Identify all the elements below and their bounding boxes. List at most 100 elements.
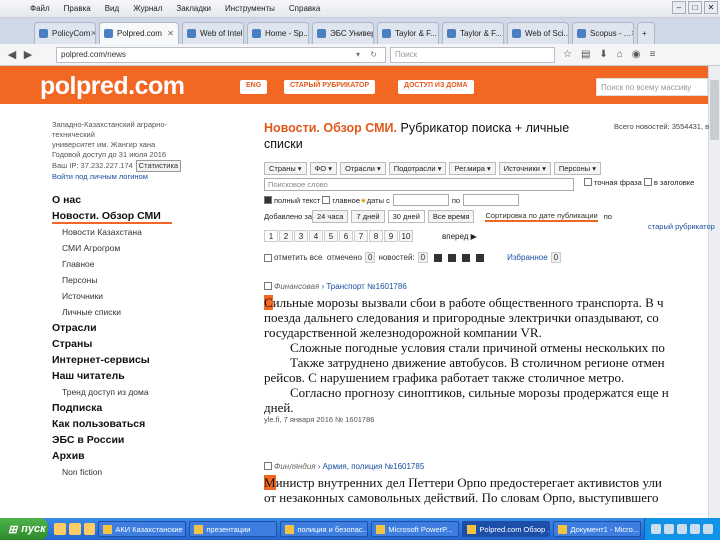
page-button[interactable]: 1	[264, 230, 278, 242]
taskbar-task[interactable]: АКИ Казахстанские ...	[98, 521, 187, 537]
close-button[interactable]: ✕	[704, 1, 718, 14]
keyword-input[interactable]: Поисковое слово	[264, 178, 574, 191]
close-tab-icon[interactable]: ✕	[502, 29, 503, 38]
page-button[interactable]: 6	[339, 230, 353, 242]
reload-icon[interactable]: ▾ ↻	[356, 50, 381, 59]
taskbar-task[interactable]: Документ1 - Micro...	[553, 521, 642, 537]
article-checkbox[interactable]	[264, 282, 272, 290]
nav-item[interactable]: Как пользоваться	[52, 416, 212, 432]
old-rubricator-button[interactable]: СТАРЫЙ РУБРИКАТОР	[284, 80, 376, 94]
sort-alt-link[interactable]: по	[604, 212, 612, 221]
nav-item[interactable]: О нас	[52, 192, 212, 208]
select-all-checkbox[interactable]	[264, 253, 272, 262]
taskbar-task[interactable]: Polpred.com Обзор ...	[462, 521, 551, 537]
url-bar[interactable]: polpred.com/news ▾ ↻	[56, 46, 386, 63]
nav-item[interactable]: СМИ Агрогром	[52, 240, 212, 256]
next-page-button[interactable]: вперед ▶	[442, 232, 477, 241]
nav-item[interactable]: Источники	[52, 288, 212, 304]
maximize-button[interactable]: □	[688, 1, 702, 14]
home-access-button[interactable]: ДОСТУП ИЗ ДОМА	[398, 80, 474, 94]
eng-button[interactable]: ENG	[240, 80, 268, 94]
personal-login-link[interactable]: Войти под личным логином	[52, 172, 202, 182]
menu-item[interactable]: Закладки	[176, 4, 211, 13]
page-button[interactable]: 7	[354, 230, 368, 242]
close-tab-icon[interactable]: ✕	[630, 29, 633, 38]
nav-item[interactable]: Персоны	[52, 272, 212, 288]
close-tab-icon[interactable]: ✕	[90, 29, 95, 38]
site-logo[interactable]: polpred.com	[40, 72, 185, 101]
page-button[interactable]: 9	[384, 230, 398, 242]
print-icon[interactable]	[448, 253, 457, 262]
bookmark-icon[interactable]	[434, 253, 443, 262]
menu-icon[interactable]: ≡	[650, 49, 656, 60]
date-to-input[interactable]	[463, 194, 520, 206]
article-title-link[interactable]: › Армия, полиция №1601785	[318, 462, 425, 471]
menu-item[interactable]: Журнал	[133, 4, 162, 13]
period-button[interactable]: Все время	[427, 210, 475, 223]
tray-icon[interactable]	[703, 524, 714, 534]
quicklaunch-icon[interactable]	[83, 523, 96, 535]
site-search-input[interactable]: Поиск по всему массиву	[596, 78, 708, 96]
browser-tab[interactable]: PolicyCom✕	[34, 22, 96, 44]
menu-item[interactable]: Вид	[105, 4, 119, 13]
main-only-checkbox[interactable]	[322, 196, 331, 204]
nav-item[interactable]: Архив	[52, 448, 212, 464]
tray-icon[interactable]	[690, 524, 701, 534]
menu-item[interactable]: Справка	[289, 4, 320, 13]
filter-dropdown[interactable]: Персоны ▾	[553, 162, 601, 175]
menu-item[interactable]: Файл	[30, 4, 50, 13]
exact-phrase-checkbox[interactable]	[584, 178, 592, 186]
nav-item[interactable]: Главное	[52, 256, 212, 272]
period-button[interactable]: 7 дней	[351, 210, 385, 223]
article-source[interactable]: Финансовая	[274, 282, 319, 291]
nav-item[interactable]: Наш читатель	[52, 368, 212, 384]
sort-link[interactable]: Сортировка по дате публикации	[485, 211, 598, 222]
nav-item[interactable]: Non fiction	[52, 464, 212, 480]
nav-item[interactable]: Страны	[52, 336, 212, 352]
nav-item[interactable]: Новости Казахстана	[52, 224, 212, 240]
tray-icon[interactable]	[651, 524, 662, 534]
page-button[interactable]: 10	[399, 230, 413, 242]
browser-tab[interactable]: Web of Intell...✕	[182, 22, 244, 44]
page-button[interactable]: 3	[294, 230, 308, 242]
taskbar-task[interactable]: презентации	[189, 521, 278, 537]
taskbar-task[interactable]: Microsoft PowerP...	[371, 521, 460, 537]
browser-tab[interactable]: ЭБС Универ...✕	[312, 22, 374, 44]
filter-dropdown[interactable]: ФО ▾	[309, 162, 337, 175]
full-text-checkbox[interactable]	[264, 196, 272, 204]
filter-dropdown[interactable]: Источники ▾	[498, 162, 551, 175]
article-title-link[interactable]: › Транспорт №1601786	[321, 282, 406, 291]
menu-item[interactable]: Инструменты	[225, 4, 275, 13]
period-button[interactable]: 30 дней	[387, 210, 425, 223]
article-checkbox[interactable]	[264, 462, 272, 470]
new-tab-button[interactable]: +	[637, 22, 655, 44]
browser-search-input[interactable]: Поиск	[390, 46, 555, 63]
browser-tab[interactable]: Taylor & F...✕	[377, 22, 439, 44]
tray-icon[interactable]	[677, 524, 688, 534]
filter-dropdown[interactable]: Подотрасли ▾	[388, 162, 447, 175]
nav-item[interactable]: Новости. Обзор СМИ	[52, 208, 172, 224]
nav-item[interactable]: Интернет-сервисы	[52, 352, 212, 368]
quicklaunch-icon[interactable]	[69, 523, 81, 535]
save-icon[interactable]	[462, 253, 471, 262]
browser-tab[interactable]: Scopus - ...✕	[572, 22, 634, 44]
filter-dropdown[interactable]: Страны ▾	[264, 162, 307, 175]
home-icon[interactable]: ⌂	[617, 49, 623, 60]
menu-item[interactable]: Правка	[64, 4, 91, 13]
filter-dropdown[interactable]: Рег.мира ▾	[449, 162, 496, 175]
nav-item[interactable]: ЭБС в России	[52, 432, 212, 448]
date-from-input[interactable]	[392, 194, 449, 206]
scrollbar-thumb[interactable]	[710, 80, 719, 140]
clipboard-icon[interactable]: ▤	[581, 49, 590, 60]
page-button[interactable]: 4	[309, 230, 323, 242]
browser-tab[interactable]: Polpred.com ✕	[99, 22, 179, 44]
bookmark-star-icon[interactable]: ☆	[563, 49, 572, 60]
taskbar-task[interactable]: полиция и безопас...	[280, 521, 369, 537]
in-title-checkbox[interactable]	[643, 178, 652, 186]
addon-icon[interactable]: ◉	[632, 49, 641, 60]
browser-tab[interactable]: Home - Sp...✕	[247, 22, 309, 44]
browser-tab[interactable]: Taylor & F...✕	[442, 22, 504, 44]
mail-icon[interactable]	[476, 253, 485, 262]
download-icon[interactable]: ⬇	[599, 49, 607, 60]
forward-icon[interactable]: ▶	[20, 48, 36, 61]
